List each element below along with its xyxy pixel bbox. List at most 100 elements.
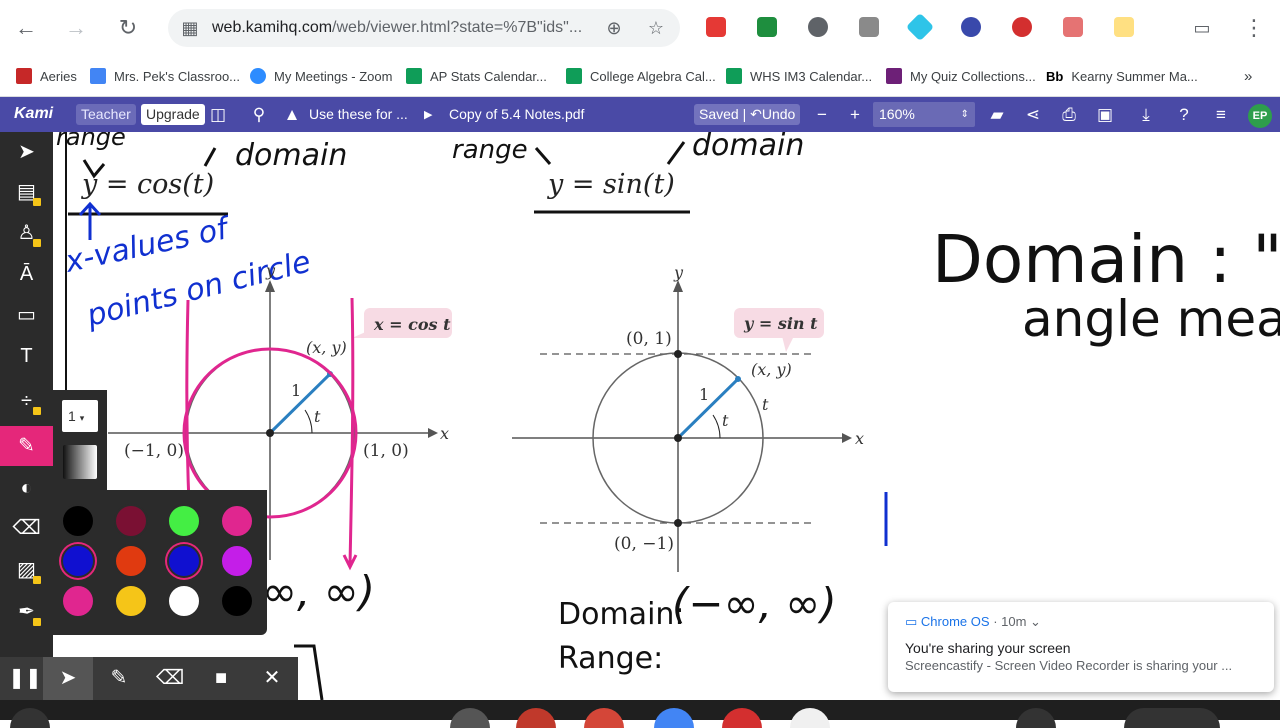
bookmark-ap-stats[interactable]: AP Stats Calendar...	[406, 66, 547, 86]
hw-blue-arrow	[78, 201, 102, 240]
youtube-app-icon[interactable]	[722, 708, 762, 728]
color-swatch-maroon[interactable]	[114, 504, 148, 538]
status-tray[interactable]	[1016, 708, 1056, 728]
extension-cast-icon[interactable]	[757, 17, 777, 37]
zoom-out-icon[interactable]: −	[811, 104, 833, 126]
extension-screencastify-icon[interactable]	[706, 17, 726, 37]
drawing-tool-icon[interactable]: ✎	[0, 426, 53, 466]
equation-tool-icon[interactable]: ÷	[0, 381, 53, 421]
download-icon[interactable]: ⤓	[1135, 104, 1157, 126]
markup-tool-icon[interactable]: Ā	[0, 254, 53, 294]
site-info-icon[interactable]: ▦	[180, 18, 200, 38]
camera-app-icon[interactable]	[450, 708, 490, 728]
extension-power-icon[interactable]	[808, 17, 828, 37]
close-icon[interactable]: ✕	[247, 657, 297, 700]
teacher-button[interactable]: Teacher	[76, 104, 136, 125]
eraser-icon[interactable]: ⌫	[145, 657, 195, 700]
bookmark-kearny[interactable]: Bb Kearny Summer Ma...	[1046, 66, 1198, 86]
screencastify-app-icon[interactable]	[516, 708, 556, 728]
bookmarks-more[interactable]: »	[1244, 66, 1252, 86]
drive-icon[interactable]: ▲	[281, 104, 303, 126]
launcher-icon[interactable]	[10, 708, 50, 728]
image-tool-icon[interactable]: ▨	[0, 550, 53, 590]
extension-window-icon[interactable]	[1063, 17, 1083, 37]
avatar[interactable]: EP	[1248, 104, 1272, 128]
shapes-tool-icon[interactable]: ◐	[0, 468, 53, 508]
save-status[interactable]: Saved | ↶Undo	[694, 104, 801, 125]
undo-icon: ↶	[750, 106, 762, 122]
lock-icon	[33, 618, 41, 626]
extension-k-icon[interactable]	[961, 17, 981, 37]
bookmark-whs-im3[interactable]: WHS IM3 Calendar...	[726, 66, 872, 86]
speech-tool-icon[interactable]: ♙	[0, 213, 53, 253]
bookmark-zoom[interactable]: My Meetings - Zoom	[250, 66, 392, 86]
hw-domain-2: domain	[692, 132, 804, 163]
chevron-down-icon[interactable]: ⌄	[1030, 614, 1041, 629]
address-bar[interactable]: ▦ web.kamihq.com/web/viewer.html?state=%…	[168, 9, 680, 47]
extension-adblock-icon[interactable]	[1012, 17, 1032, 37]
reload-icon[interactable]: ↻	[114, 14, 142, 42]
search-icon[interactable]: ⚲	[248, 104, 270, 126]
bookmark-aeries[interactable]: Aeries	[16, 66, 77, 86]
print-icon[interactable]: ⎙	[1058, 104, 1080, 126]
bookmark-classroom[interactable]: Mrs. Pek's Classroo...	[90, 66, 240, 86]
extension-kami-icon[interactable]	[1114, 17, 1134, 37]
save-icon[interactable]: ▣	[1094, 104, 1116, 126]
color-swatch-blue[interactable]	[61, 544, 95, 578]
notification-screen-sharing[interactable]: ▭ Chrome OS · 10m ⌄ You're sharing your …	[888, 602, 1274, 692]
gmail-app-icon[interactable]	[584, 708, 624, 728]
color-swatch-blue-2[interactable]	[167, 544, 201, 578]
signature-tool-icon[interactable]: ✒	[0, 592, 53, 632]
forward-icon[interactable]: →	[62, 14, 90, 42]
stroke-size-select[interactable]: 1 ▾	[62, 400, 98, 432]
text-tool-icon[interactable]: T	[0, 336, 53, 376]
play-store-app-icon[interactable]	[790, 708, 830, 728]
sidebar-toggle-icon[interactable]: ◫	[207, 104, 229, 126]
bookmark-quiz[interactable]: My Quiz Collections...	[886, 66, 1036, 86]
share-icon[interactable]: ⋖	[1022, 104, 1044, 126]
comment-tool-icon[interactable]: ▭	[0, 295, 53, 335]
extension-diamond-icon[interactable]	[905, 12, 935, 42]
help-icon[interactable]: ?	[1173, 104, 1195, 126]
zoom-select[interactable]: 160% ⇕	[873, 102, 975, 127]
color-swatch-yellow[interactable]	[114, 584, 148, 618]
color-swatch-pink-2[interactable]	[61, 584, 95, 618]
cast-icon[interactable]: ▭	[1188, 14, 1216, 42]
eq-cos: y = cos(t)	[81, 169, 214, 200]
color-swatch-black[interactable]	[61, 504, 95, 538]
hw-big-domain: Domain : "t",	[932, 221, 1280, 298]
camera-icon[interactable]: ■	[196, 657, 246, 700]
color-swatch-orange[interactable]	[114, 544, 148, 578]
color-swatch-black-2[interactable]	[220, 584, 254, 618]
zoom-in-icon[interactable]: +	[844, 104, 866, 126]
system-tray[interactable]	[1124, 708, 1220, 728]
hw-underlines	[68, 210, 690, 216]
bookmark-star-icon[interactable]: ☆	[646, 18, 666, 38]
right-bottom-point: (0, −1)	[614, 534, 674, 554]
extension-pen-icon[interactable]	[859, 17, 879, 37]
color-swatch-green[interactable]	[167, 504, 201, 538]
quizizz-icon	[886, 68, 902, 84]
opacity-slider[interactable]	[63, 445, 97, 479]
eraser-tool-icon[interactable]: ⌫	[0, 508, 53, 548]
pen-icon[interactable]: ✎	[94, 657, 144, 700]
color-swatch-pink[interactable]	[220, 504, 254, 538]
select-tool-icon[interactable]: ➤	[0, 132, 53, 172]
folder-breadcrumb[interactable]: Use these for ...	[309, 106, 408, 122]
cursor-icon[interactable]: ➤	[43, 657, 93, 700]
menu-dots-icon[interactable]: ⋮	[1240, 14, 1268, 42]
right-arc-label: t	[762, 395, 769, 414]
open-folder-icon[interactable]: ▰	[986, 104, 1008, 126]
bookmark-college-algebra[interactable]: College Algebra Cal...	[566, 66, 716, 86]
url-text: web.kamihq.com/web/viewer.html?state=%7B…	[212, 19, 583, 36]
color-swatch-white[interactable]	[167, 584, 201, 618]
docs-app-icon[interactable]	[654, 708, 694, 728]
upgrade-button[interactable]: Upgrade	[141, 104, 205, 125]
screen-share-icon: ▭	[905, 614, 918, 629]
document-title[interactable]: Copy of 5.4 Notes.pdf	[449, 106, 584, 122]
add-icon[interactable]: ⊕	[604, 18, 624, 38]
menu-icon[interactable]: ≡	[1210, 104, 1232, 126]
dictionary-tool-icon[interactable]: ▤	[0, 172, 53, 212]
color-swatch-purple[interactable]	[220, 544, 254, 578]
back-icon[interactable]: ←	[12, 14, 40, 42]
